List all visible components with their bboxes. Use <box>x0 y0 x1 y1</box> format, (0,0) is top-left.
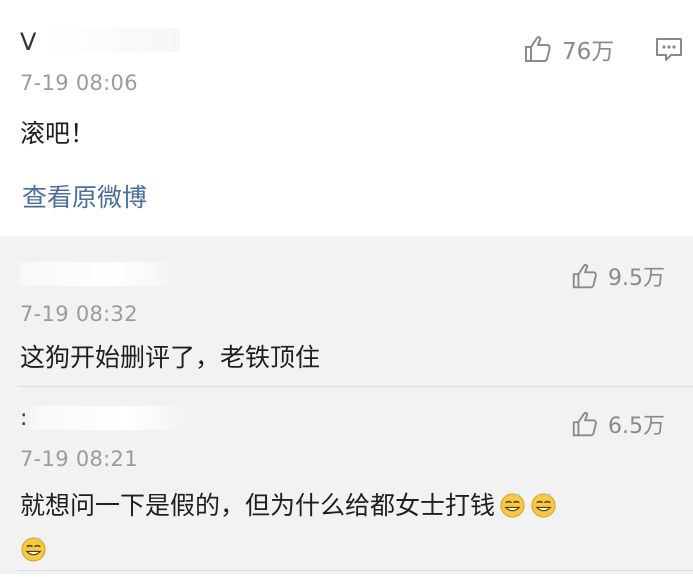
divider <box>18 386 693 387</box>
like-button[interactable]: 9.5万 <box>570 260 665 292</box>
grinning-sweat-emoji <box>530 489 557 518</box>
comment-button[interactable] <box>654 36 684 68</box>
reply-time: 7-19 08:21 <box>20 447 138 471</box>
comment-icon <box>654 38 684 68</box>
username-redacted: V <box>20 28 37 56</box>
like-button[interactable]: 6.5万 <box>570 408 665 440</box>
view-original-link[interactable]: 查看原微博 <box>22 178 147 214</box>
username-mask <box>20 262 180 286</box>
like-button[interactable]: 76万 <box>522 32 614 66</box>
thumbs-up-icon <box>570 261 600 291</box>
reply-time: 7-19 08:32 <box>20 302 138 326</box>
thumbs-up-icon <box>570 409 600 439</box>
comment-time: 7-19 08:06 <box>20 71 138 95</box>
username-redacted: : <box>20 406 28 431</box>
grinning-sweat-emoji <box>20 533 47 562</box>
like-count: 6.5万 <box>608 414 665 439</box>
grinning-sweat-emoji <box>499 489 526 518</box>
reply-text: 就想问一下是假的，但为什么给都女士打钱 <box>20 484 680 572</box>
reply-text-content: 就想问一下是假的，但为什么给都女士打钱 <box>20 491 496 520</box>
comment-text: 滚吧！ <box>20 119 96 148</box>
like-count: 76万 <box>562 39 615 65</box>
username-mask <box>40 28 180 52</box>
thumbs-up-icon <box>522 33 554 65</box>
reply-text: 这狗开始删评了，老铁顶住 <box>20 343 321 372</box>
username-mask <box>30 406 190 430</box>
like-count: 9.5万 <box>608 266 665 291</box>
main-comment: V 7-19 08:06 滚吧！ 76万 查看原微博 <box>0 0 693 236</box>
divider <box>18 570 693 571</box>
reply-list: 7-19 08:32 这狗开始删评了，老铁顶住 9.5万 : 7-19 08:2… <box>0 236 693 574</box>
